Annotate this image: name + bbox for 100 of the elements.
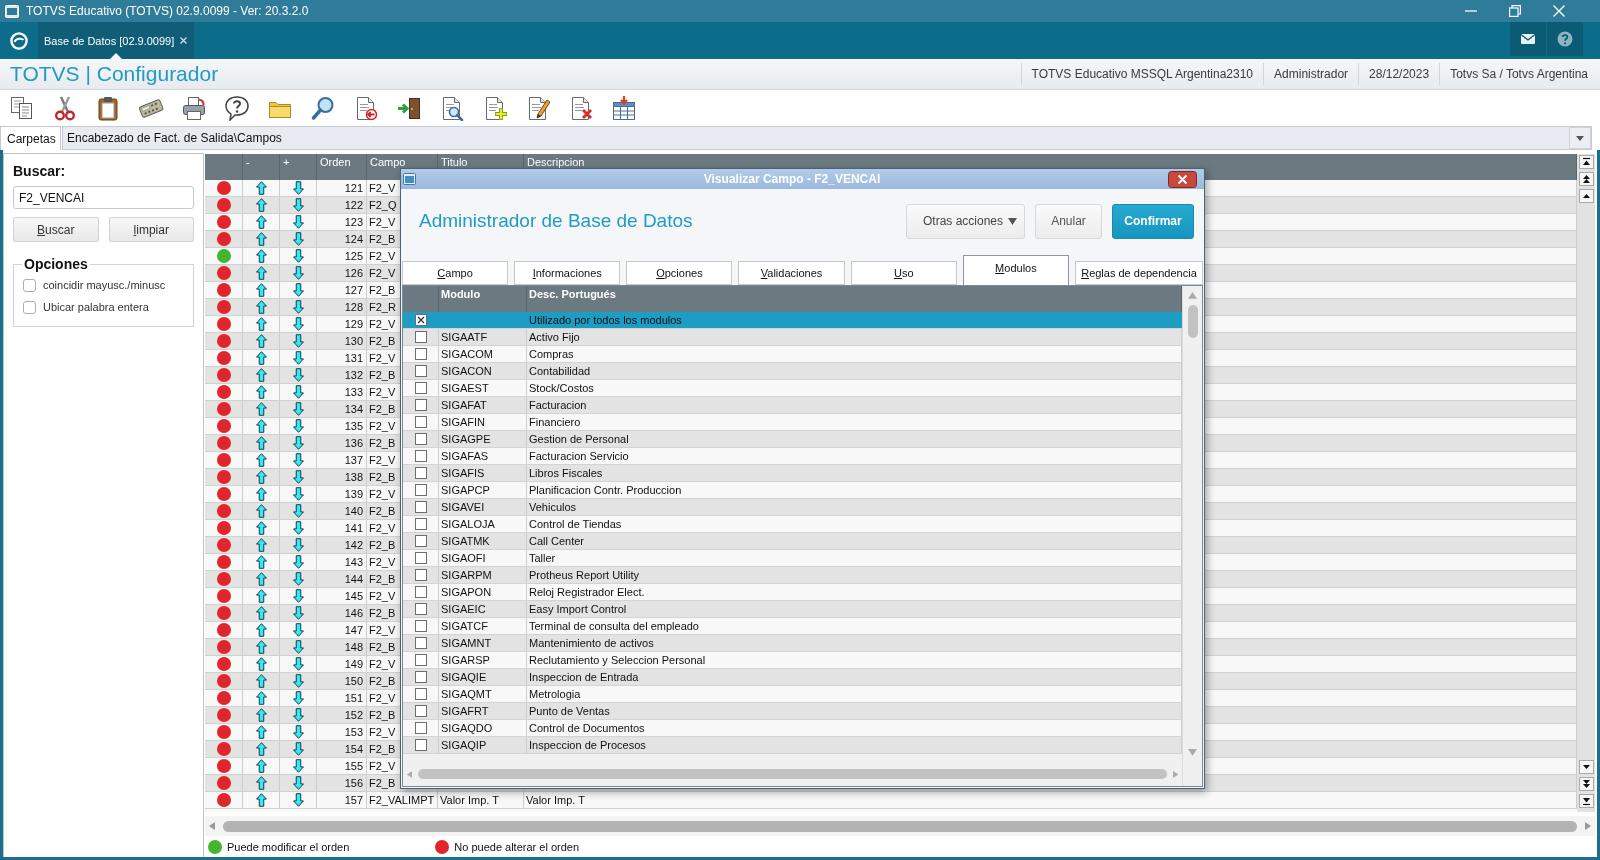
cancel-button[interactable]: Anular (1035, 203, 1102, 239)
module-row[interactable]: SIGAATF Activo Fijo (403, 329, 1182, 346)
arrow-down-icon[interactable] (292, 589, 304, 603)
menu-button[interactable]: Otras acciones (906, 203, 1025, 239)
module-row[interactable]: SIGAPON Reloj Registrador Elect. (403, 584, 1182, 601)
arrow-down-icon[interactable] (292, 555, 304, 569)
arrow-down-icon[interactable] (292, 759, 304, 773)
arrow-up-icon[interactable] (255, 487, 267, 501)
arrow-down-icon[interactable] (292, 674, 304, 688)
module-row[interactable]: Utilizado por todos los modulos (403, 312, 1182, 329)
checkbox[interactable] (414, 433, 427, 445)
arrow-down-icon[interactable] (292, 368, 304, 382)
arrow-up-icon[interactable] (255, 402, 267, 416)
checkbox[interactable] (414, 314, 427, 326)
scroll-right-icon[interactable] (1585, 822, 1591, 830)
arrow-down-icon[interactable] (292, 776, 304, 790)
page-down-icon[interactable] (1578, 777, 1594, 791)
checkbox[interactable] (414, 569, 427, 581)
arrow-up-icon[interactable] (255, 742, 267, 756)
arrow-up-icon[interactable] (255, 266, 267, 280)
arrow-down-icon[interactable] (292, 266, 304, 280)
arrow-up-icon[interactable] (255, 504, 267, 518)
checkbox[interactable] (414, 331, 427, 343)
arrow-down-icon[interactable] (292, 283, 304, 297)
tab[interactable]: Uso (850, 261, 957, 285)
checkbox[interactable] (414, 365, 427, 377)
arrow-up-icon[interactable] (255, 436, 267, 450)
arrow-down-icon[interactable] (292, 793, 304, 807)
module-row[interactable]: SIGACOM Compras (403, 346, 1182, 363)
arrow-up-icon[interactable] (255, 232, 267, 246)
clipboard-icon[interactable] (95, 95, 121, 121)
checkbox[interactable] (414, 416, 427, 428)
arrow-down-icon[interactable] (292, 436, 304, 450)
tab[interactable]: Campo (402, 261, 509, 285)
arrow-up-icon[interactable] (255, 215, 267, 229)
arrow-up-icon[interactable] (255, 589, 267, 603)
module-row[interactable]: SIGAQIP Inspeccion de Procesos (403, 737, 1182, 754)
module-row[interactable]: SIGAQIE Inspeccion de Entrada (403, 669, 1182, 686)
arrow-up-icon[interactable] (255, 606, 267, 620)
module-row[interactable]: SIGALOJA Control de Tiendas (403, 516, 1182, 533)
arrow-down-icon[interactable] (292, 470, 304, 484)
scroll-up-icon[interactable] (1578, 189, 1594, 203)
arrow-up-icon[interactable] (255, 334, 267, 348)
arrow-up-icon[interactable] (255, 793, 267, 807)
module-row[interactable]: SIGAFIN Financiero (403, 414, 1182, 431)
path-field[interactable]: Encabezado de Fact. de Salida\Campos (62, 126, 1592, 150)
arrow-down-icon[interactable] (292, 640, 304, 654)
tab[interactable]: Modulos (962, 255, 1069, 285)
scroll-down-icon[interactable] (1578, 760, 1594, 774)
arrow-up-icon[interactable] (255, 708, 267, 722)
arrow-down-icon[interactable] (292, 657, 304, 671)
checkbox[interactable] (414, 348, 427, 360)
arrow-up-icon[interactable] (255, 776, 267, 790)
arrow-up-icon[interactable] (255, 368, 267, 382)
arrow-down-icon[interactable] (292, 504, 304, 518)
checkbox[interactable] (414, 399, 427, 411)
help-icon[interactable] (1547, 22, 1583, 56)
page-up-icon[interactable] (1578, 172, 1594, 186)
printer-icon[interactable] (181, 95, 207, 121)
arrow-down-icon[interactable] (292, 419, 304, 433)
tab[interactable]: Reglas de dependencia (1075, 261, 1203, 285)
checkbox[interactable] (414, 654, 427, 666)
arrow-up-icon[interactable] (255, 453, 267, 467)
checkbox[interactable] (414, 671, 427, 683)
arrow-up-icon[interactable] (255, 317, 267, 331)
scrollbar-thumb[interactable] (418, 769, 1167, 779)
app-tab[interactable]: Base de Datos [02.9.0099] (38, 22, 195, 59)
checkbox[interactable] (414, 484, 427, 496)
arrow-down-icon[interactable] (292, 249, 304, 263)
copy-icon[interactable] (9, 95, 35, 121)
help-bubble-icon[interactable] (224, 95, 250, 121)
arrow-down-icon[interactable] (292, 402, 304, 416)
module-row[interactable]: SIGATMK Call Center (403, 533, 1182, 550)
checkbox[interactable] (414, 450, 427, 462)
arrow-down-icon[interactable] (292, 198, 304, 212)
arrow-up-icon[interactable] (255, 691, 267, 705)
scrollbar-thumb[interactable] (1187, 304, 1198, 338)
tab[interactable]: Validaciones (738, 261, 845, 285)
checkbox[interactable] (23, 300, 36, 314)
arrow-up-icon[interactable] (255, 385, 267, 399)
arrow-up-icon[interactable] (255, 351, 267, 365)
checkbox[interactable] (414, 501, 427, 513)
checkbox[interactable] (414, 722, 427, 734)
module-row[interactable]: SIGAQMT Metrologia (403, 686, 1182, 703)
arrow-up-icon[interactable] (255, 198, 267, 212)
arrow-up-icon[interactable] (255, 572, 267, 586)
arrow-down-icon[interactable] (292, 300, 304, 314)
module-row[interactable]: SIGAFRT Punto de Ventas (403, 703, 1182, 720)
module-row[interactable]: SIGAGPE Gestion de Personal (403, 431, 1182, 448)
scroll-left-icon[interactable] (209, 822, 215, 830)
module-row[interactable]: SIGAPCP Planificacion Contr. Produccion (403, 482, 1182, 499)
arrow-up-icon[interactable] (255, 640, 267, 654)
checkbox[interactable] (414, 620, 427, 632)
arrow-up-icon[interactable] (255, 725, 267, 739)
checkbox[interactable] (414, 739, 427, 751)
scroll-to-bottom-icon[interactable] (1578, 794, 1594, 808)
search-button[interactable]: Buscar (13, 217, 99, 242)
arrow-down-icon[interactable] (292, 334, 304, 348)
arrow-down-icon[interactable] (292, 606, 304, 620)
module-row[interactable]: SIGAFIS Libros Fiscales (403, 465, 1182, 482)
